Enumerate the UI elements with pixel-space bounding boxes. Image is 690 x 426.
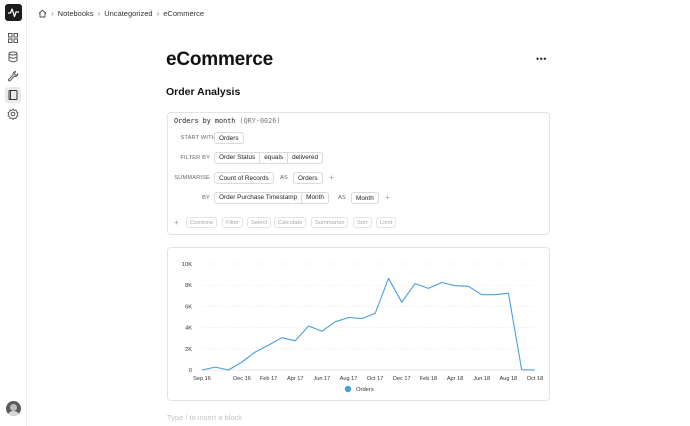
x-tick-label: Apr 17: [287, 376, 303, 382]
group-by-chip[interactable]: Order Purchase Timestamp Month: [214, 192, 329, 204]
as-label: AS: [280, 175, 288, 181]
query-block: Orders by month (QRY-0026) START WITH Or…: [167, 112, 550, 235]
y-tick-label: 0: [189, 368, 192, 374]
app-logo[interactable]: [5, 4, 22, 21]
wrench-icon[interactable]: [6, 69, 20, 83]
series-line-orders: [201, 277, 536, 371]
sidebar: [0, 0, 27, 426]
combine-button[interactable]: Combine: [186, 217, 218, 228]
x-tick-label: Apr 18: [447, 376, 463, 382]
y-tick-label: 10K: [182, 262, 192, 268]
group-by-granularity[interactable]: Month: [302, 193, 328, 203]
filter-field[interactable]: Order Status: [215, 153, 261, 163]
x-tick-label: Sep 16: [193, 376, 211, 382]
y-tick-label: 6K: [185, 304, 192, 310]
aggregation-alias-chip[interactable]: Orders: [293, 172, 323, 184]
x-tick-label: Oct 18: [527, 376, 543, 382]
query-name: Orders by month: [174, 117, 236, 125]
query-title[interactable]: Orders by month (QRY-0026): [174, 117, 280, 125]
dashboard-icon[interactable]: [6, 31, 20, 45]
select-button[interactable]: Select: [247, 217, 272, 228]
page-title[interactable]: eCommerce: [166, 49, 273, 71]
x-tick-label: Aug 18: [499, 376, 517, 382]
calculate-button[interactable]: Calculate: [274, 217, 307, 228]
add-group-by-button[interactable]: +: [385, 194, 390, 202]
filter-operator[interactable]: equals: [260, 153, 289, 163]
chevron-right-icon: ›: [156, 8, 160, 18]
notebook-icon[interactable]: [5, 87, 21, 103]
group-by-field[interactable]: Order Purchase Timestamp: [215, 193, 303, 203]
chevron-right-icon: ›: [97, 8, 101, 18]
x-tick-label: Aug 17: [340, 376, 358, 382]
by-label: BY: [202, 195, 210, 201]
start-with-table-chip[interactable]: Orders: [214, 132, 244, 144]
x-tick-label: Feb 18: [420, 376, 437, 382]
insert-block-placeholder[interactable]: Type / to insert a block: [167, 413, 242, 422]
y-tick-label: 8K: [185, 283, 192, 289]
more-options-button[interactable]: •••: [536, 54, 547, 64]
breadcrumb: › Notebooks › Uncategorized › eCommerce: [38, 7, 204, 19]
y-tick-label: 4K: [185, 326, 192, 332]
filter-value[interactable]: delivered: [288, 153, 322, 163]
database-icon[interactable]: [6, 50, 20, 64]
chart-block: 0 2K 4K 6K 8K 10K Sep 16 Dec 16 Feb 17 Apr 17 Jun …: [167, 247, 550, 401]
x-tick-label: Jun 18: [473, 376, 490, 382]
filter-chip[interactable]: Order Status equals delivered: [214, 152, 324, 164]
filter-by-label: FILTER BY: [180, 155, 210, 161]
section-heading[interactable]: Order Analysis: [166, 86, 240, 98]
settings-icon[interactable]: [6, 107, 20, 121]
filter-button[interactable]: Filter: [222, 217, 243, 228]
y-tick-label: 2K: [185, 347, 192, 353]
as-label: AS: [338, 195, 346, 201]
user-avatar[interactable]: [6, 401, 21, 416]
x-tick-label: Dec 17: [393, 376, 411, 382]
start-with-label: START WITH: [180, 135, 216, 141]
summarise-label: SUMMARISE: [174, 175, 210, 181]
home-icon[interactable]: [38, 9, 47, 18]
breadcrumb-item-uncategorized[interactable]: Uncategorized: [104, 9, 152, 18]
breadcrumb-item-notebooks[interactable]: Notebooks: [58, 9, 94, 18]
add-operation-button[interactable]: +: [174, 219, 179, 227]
legend-label: Orders: [356, 387, 374, 393]
group-by-alias-chip[interactable]: Month: [351, 192, 379, 204]
pulse-icon: [8, 8, 19, 18]
orders-line-chart[interactable]: 0 2K 4K 6K 8K 10K Sep 16 Dec 16 Feb 17 Apr 17 Jun …: [168, 248, 549, 400]
limit-button[interactable]: Limit: [376, 217, 397, 228]
summarise-button[interactable]: Summarise: [311, 217, 349, 228]
x-tick-label: Dec 16: [233, 376, 251, 382]
breadcrumb-item-current: eCommerce: [163, 8, 205, 18]
sort-button[interactable]: Sort: [353, 217, 372, 228]
chevron-right-icon: ›: [51, 8, 54, 18]
query-id: (QRY-0026): [239, 117, 281, 125]
x-tick-label: Oct 17: [367, 376, 383, 382]
aggregation-chip[interactable]: Count of Records: [214, 172, 274, 184]
add-aggregation-button[interactable]: +: [329, 174, 334, 182]
x-tick-label: Feb 17: [260, 376, 277, 382]
legend-swatch: [344, 385, 352, 393]
x-tick-label: Jun 17: [313, 376, 330, 382]
